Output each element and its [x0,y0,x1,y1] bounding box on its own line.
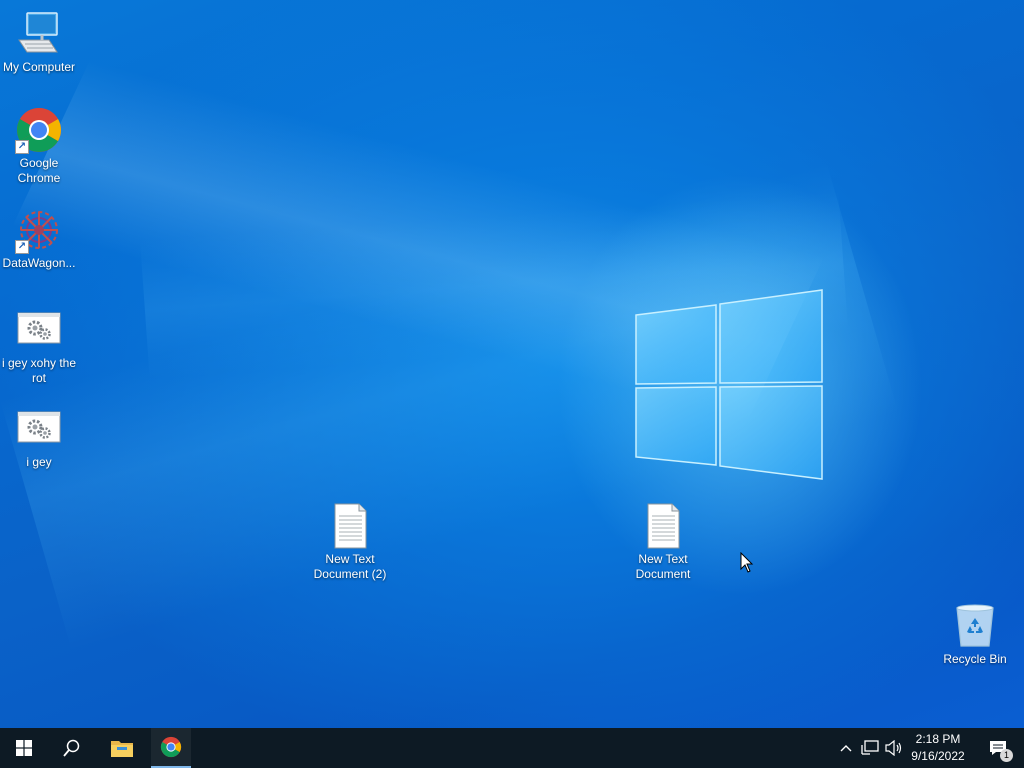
desktop-icon-new-text-document[interactable]: New Text Document [624,502,702,582]
desktop-icon-recycle-bin[interactable]: Recycle Bin [936,602,1014,667]
desktop-icon-google-chrome[interactable]: ↗ Google Chrome [0,106,78,186]
clock-date: 9/16/2022 [911,749,965,763]
recycle-bin-icon [956,604,994,647]
notification-count-badge: 1 [1000,749,1013,762]
taskbar-clock[interactable]: 2:18 PM 9/16/2022 [905,731,971,765]
network-icon [861,740,879,755]
desktop-icon-label: My Computer [2,60,76,74]
taskbar-chrome[interactable] [151,728,191,768]
search-icon [63,739,80,757]
volume-button[interactable] [884,738,904,758]
desktop-icon-label: i gey xohy the rot [1,356,77,385]
desktop-icon-label: i gey [26,455,52,469]
text-document-icon [647,503,680,549]
search-button[interactable] [48,728,96,768]
desktop-background[interactable]: My Computer ↗ Google Chrome ↗ DataWagon.… [0,0,1024,728]
desktop-icon-label: Google Chrome [17,156,61,185]
desktop-icon-label: DataWagon... [2,256,76,270]
show-hidden-icons-button[interactable] [836,738,856,758]
start-icon [16,740,32,756]
mouse-cursor-icon [740,552,754,573]
shortcut-arrow-icon: ↗ [15,240,29,254]
start-button[interactable] [0,728,48,768]
shortcut-arrow-icon: ↗ [15,140,29,154]
settings-file-icon [17,411,61,443]
taskbar-file-explorer[interactable] [98,728,146,768]
action-center-button[interactable]: 1 [978,728,1018,768]
chevron-up-icon [840,745,852,752]
desktop-icon-label: Recycle Bin [943,652,1007,666]
desktop-icon-new-text-document-2[interactable]: New Text Document (2) [311,502,389,582]
desktop-icon-datawagon[interactable]: ↗ DataWagon... [0,206,78,271]
desktop-icon-i-gey-xohy-the-rot[interactable]: i gey xohy the rot [0,306,78,386]
network-button[interactable] [860,738,880,758]
windows-logo-wallpaper [635,289,823,480]
desktop-icon-label: New Text Document (2) [313,552,387,581]
desktop-icon-label: New Text Document [635,552,691,581]
chrome-icon [160,736,182,758]
taskbar: 2:18 PM 9/16/2022 1 [0,728,1024,768]
volume-icon [885,740,902,756]
desktop-icon-i-gey[interactable]: i gey [0,405,78,470]
computer-icon [18,12,58,53]
clock-time: 2:18 PM [915,732,961,746]
desktop-icon-my-computer[interactable]: My Computer [0,10,78,75]
settings-file-icon [17,312,61,344]
file-explorer-icon [111,741,133,757]
text-document-icon [334,503,367,549]
